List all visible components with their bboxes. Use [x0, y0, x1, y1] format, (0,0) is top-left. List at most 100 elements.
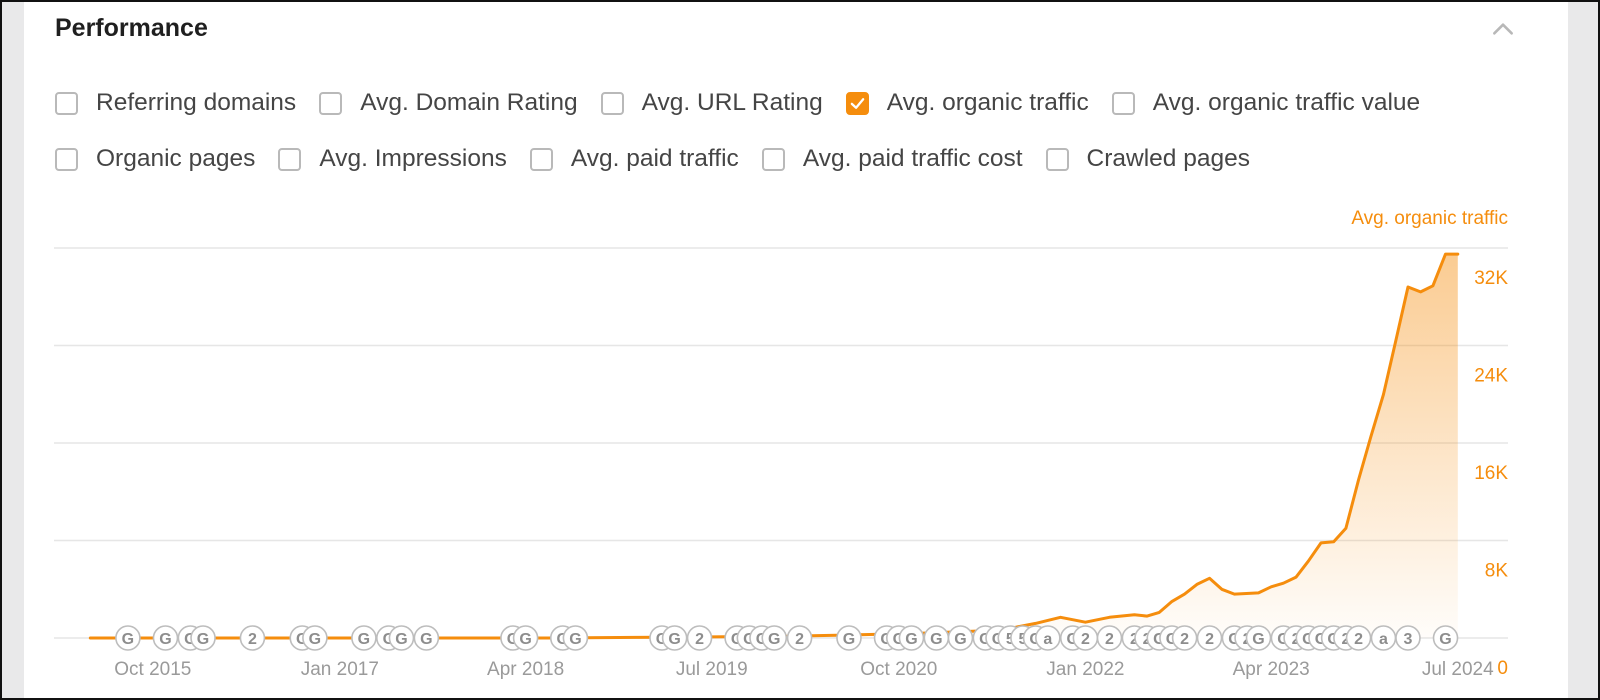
annotation-marker[interactable]: 3	[1395, 625, 1421, 651]
chevron-up-icon	[1493, 23, 1513, 35]
x-tick-label: Jul 2019	[676, 659, 748, 680]
metric-filter-avg-organic-traffic-value[interactable]: Avg. organic traffic value	[1111, 89, 1421, 117]
y-tick-label: 0	[1497, 658, 1508, 679]
chart-svg: Avg. organic traffic08K16K24K32KGGGG2GGG…	[54, 208, 1508, 680]
filter-label: Crawled pages	[1086, 145, 1250, 172]
annotation-label: 2	[1105, 631, 1114, 648]
x-tick-label: Jul 2024	[1422, 659, 1494, 680]
annotation-marker[interactable]: 2	[1096, 625, 1123, 651]
performance-panel: Performance Referring domains Avg. Domain…	[24, 2, 1568, 698]
annotation-label: 2	[695, 631, 704, 648]
traffic-chart: Avg. organic traffic08K16K24K32KGGGG2GGG…	[24, 198, 1568, 698]
annotation-marker[interactable]: 2	[1072, 625, 1099, 651]
annotation-marker[interactable]: G	[388, 625, 415, 651]
x-tick-label: Apr 2018	[487, 659, 564, 680]
annotation-label: G	[197, 631, 209, 648]
annotation-marker[interactable]: G	[1245, 625, 1272, 651]
filter-label: Avg. URL Rating	[641, 89, 823, 116]
annotation-label: G	[519, 631, 531, 648]
x-tick-label: Apr 2023	[1233, 659, 1310, 680]
annotation-label: G	[843, 631, 855, 648]
annotation-marker[interactable]: G	[836, 625, 862, 651]
checkbox[interactable]	[529, 147, 553, 171]
legend-label: Avg. organic traffic	[1351, 208, 1508, 229]
metric-filter-avg-paid-traffic[interactable]: Avg. paid traffic	[529, 145, 739, 173]
annotation-marker[interactable]: G	[947, 625, 974, 651]
annotation-label: G	[358, 631, 370, 648]
annotation-marker[interactable]: 2	[239, 625, 266, 651]
annotation-marker[interactable]: G	[661, 625, 688, 651]
metric-filter-avg-paid-traffic-cost[interactable]: Avg. paid traffic cost	[761, 145, 1023, 173]
annotation-marker[interactable]: G	[898, 625, 925, 651]
y-tick-label: 16K	[1474, 463, 1508, 484]
filter-row: Referring domains Avg. Domain Rating Avg. …	[55, 88, 1535, 118]
metric-filter-avg-impressions[interactable]: Avg. Impressions	[278, 145, 507, 173]
x-tick-label: Oct 2015	[114, 659, 191, 680]
annotation-label: G	[1439, 631, 1451, 648]
annotation-label: G	[1252, 631, 1264, 648]
annotation-marker[interactable]: G	[351, 625, 377, 651]
annotation-marker[interactable]: 2	[1196, 625, 1223, 651]
annotation-marker[interactable]: G	[190, 625, 216, 651]
annotation-label: G	[309, 631, 321, 648]
checkbox[interactable]	[1111, 91, 1135, 115]
filter-label: Avg. Impressions	[319, 145, 507, 172]
checkbox[interactable]	[55, 147, 78, 171]
filter-label: Referring domains	[96, 89, 297, 116]
annotation-markers: GGGG2GGGGGGGGGGGG2GGGG2GGGGGGGG55GaG2222…	[115, 625, 1459, 651]
annotation-marker[interactable]: G	[1432, 625, 1459, 651]
annotation-marker[interactable]: 2	[1171, 625, 1198, 651]
metric-filter-referring-domains[interactable]: Referring domains	[55, 89, 296, 117]
annotation-marker[interactable]: G	[923, 625, 950, 651]
annotation-marker[interactable]: G	[302, 625, 328, 651]
checkbox[interactable]	[319, 91, 343, 115]
metric-filter-crawled-pages[interactable]: Crawled pages	[1045, 145, 1250, 173]
filter-label: Avg. paid traffic cost	[802, 145, 1023, 172]
annotation-label: G	[930, 631, 942, 648]
collapse-button[interactable]	[1486, 12, 1520, 46]
checkbox[interactable]	[761, 147, 785, 171]
filter-label: Organic pages	[96, 145, 256, 172]
metric-filter-avg-domain-rating[interactable]: Avg. Domain Rating	[319, 89, 578, 117]
annotation-marker[interactable]: 2	[1345, 625, 1372, 651]
annotation-marker[interactable]: G	[413, 625, 440, 651]
x-tick-label: Jan 2022	[1046, 659, 1124, 680]
x-tick-label: Oct 2020	[860, 659, 937, 680]
y-tick-label: 32K	[1474, 268, 1508, 289]
annotation-label: G	[905, 631, 917, 648]
annotation-label: G	[954, 631, 966, 648]
panel-title: Performance	[55, 14, 208, 42]
annotation-marker[interactable]: G	[115, 625, 141, 651]
annotation-label: G	[668, 631, 680, 648]
annotation-marker[interactable]: a	[1370, 625, 1397, 651]
filter-label: Avg. Domain Rating	[360, 89, 578, 116]
annotation-marker[interactable]: G	[512, 625, 539, 651]
annotation-marker[interactable]: G	[152, 625, 179, 651]
annotation-marker[interactable]: 2	[786, 625, 813, 651]
annotation-marker[interactable]: G	[761, 625, 788, 651]
annotation-marker[interactable]: a	[1035, 625, 1061, 651]
metric-filter-organic-pages[interactable]: Organic pages	[55, 145, 255, 173]
metric-filters: Referring domains Avg. Domain Rating Avg. …	[55, 88, 1535, 200]
annotation-label: G	[768, 631, 780, 648]
checkbox[interactable]	[55, 91, 78, 115]
annotation-label: 2	[1205, 631, 1214, 648]
filter-label: Avg. organic traffic	[886, 89, 1089, 116]
annotation-label: 2	[1354, 631, 1363, 648]
annotation-label: 2	[795, 631, 804, 648]
filter-label: Avg. organic traffic value	[1152, 89, 1421, 116]
annotation-label: G	[159, 631, 171, 648]
annotation-label: 3	[1404, 631, 1413, 648]
annotation-label: G	[420, 631, 432, 648]
checkbox[interactable]	[1045, 147, 1069, 171]
metric-filter-avg-organic-traffic[interactable]: Avg. organic traffic	[845, 89, 1089, 117]
metric-filter-avg-url-rating[interactable]: Avg. URL Rating	[600, 89, 823, 117]
annotation-marker[interactable]: 2	[686, 625, 713, 651]
filter-row: Organic pages Avg. Impressions Avg. paid t…	[55, 144, 1535, 174]
checkbox[interactable]	[278, 147, 302, 171]
series-line	[88, 252, 1460, 640]
checkbox[interactable]	[600, 91, 624, 115]
checkbox-checked[interactable]	[845, 91, 869, 115]
annotation-label: G	[395, 631, 407, 648]
annotation-marker[interactable]: G	[562, 625, 589, 651]
